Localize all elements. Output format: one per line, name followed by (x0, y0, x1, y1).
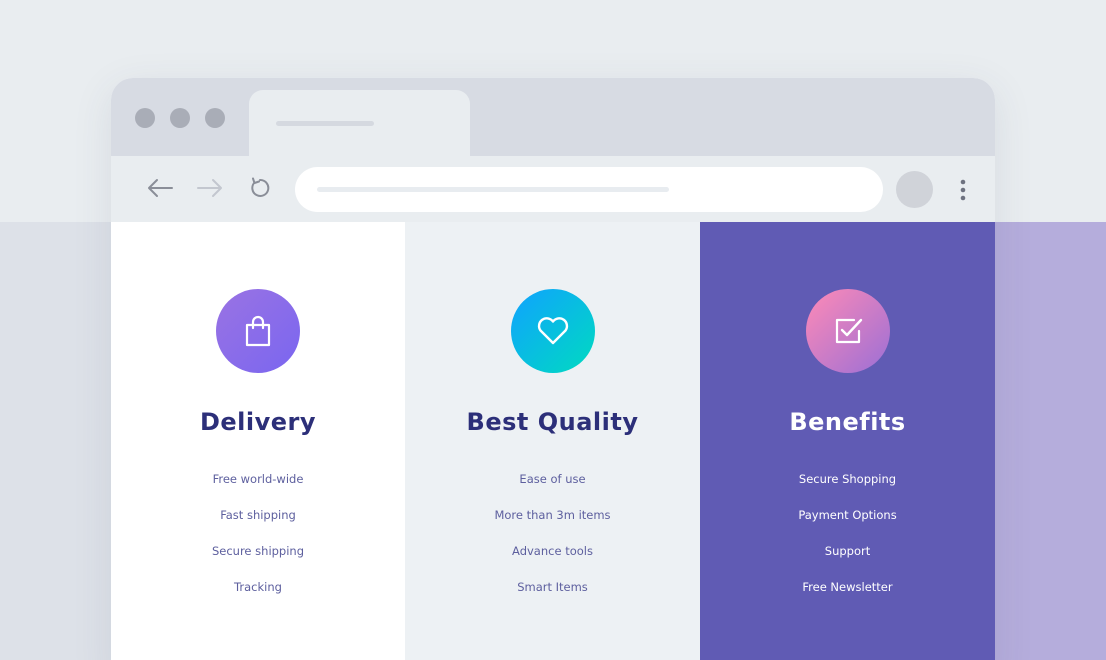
feature-card-delivery: Delivery Free world-wide Fast shipping S… (111, 222, 405, 660)
url-placeholder (317, 187, 669, 192)
feature-list-item: Ease of use (519, 472, 586, 486)
reload-button[interactable] (245, 174, 275, 202)
right-accent-panel (995, 222, 1106, 660)
feature-title: Delivery (199, 408, 317, 436)
more-vertical-icon (960, 179, 966, 201)
feature-list-item: Fast shipping (220, 508, 296, 522)
reload-icon (251, 177, 270, 197)
feature-card-benefits: Benefits Secure Shopping Payment Options… (700, 222, 995, 660)
feature-list-item: More than 3m items (494, 508, 611, 522)
feature-list-item: Payment Options (798, 508, 897, 522)
back-button[interactable] (145, 174, 175, 202)
feature-list-item: Secure Shopping (798, 472, 897, 486)
feature-list: Free world-wide Fast shipping Secure shi… (111, 472, 405, 616)
browser-window: Delivery Free world-wide Fast shipping S… (111, 78, 995, 660)
page-background: Delivery Free world-wide Fast shipping S… (0, 0, 1106, 660)
features-section: Delivery Free world-wide Fast shipping S… (111, 222, 995, 660)
tab-title-placeholder (276, 121, 374, 126)
feature-list-item: Smart Items (517, 580, 588, 594)
arrow-left-icon (148, 179, 173, 197)
window-maximize-dot[interactable] (205, 108, 225, 128)
forward-button[interactable] (195, 174, 225, 202)
feature-icon-badge (510, 289, 595, 373)
feature-list-item: Free world-wide (212, 472, 304, 486)
window-minimize-dot[interactable] (170, 108, 190, 128)
feature-title: Benefits (789, 408, 906, 436)
active-tab[interactable] (249, 90, 470, 158)
feature-list: Secure Shopping Payment Options Support … (700, 472, 995, 616)
window-close-dot[interactable] (135, 108, 155, 128)
feature-list-item: Advance tools (512, 544, 593, 558)
feature-title: Best Quality (466, 408, 639, 436)
profile-avatar[interactable] (896, 171, 933, 208)
feature-list-item: Support (824, 544, 871, 558)
arrow-right-icon (197, 179, 222, 197)
feature-list-item: Free Newsletter (802, 580, 893, 594)
check-square-icon (835, 318, 862, 344)
heart-icon (537, 317, 568, 345)
feature-icon-badge (805, 289, 890, 373)
feature-list-item: Tracking (234, 580, 282, 594)
tab-bar (111, 78, 995, 158)
address-bar[interactable] (295, 167, 883, 212)
browser-menu-button[interactable] (951, 176, 975, 204)
feature-list-item: Secure shipping (211, 544, 305, 558)
feature-list: Ease of use More than 3m items Advance t… (405, 472, 700, 616)
browser-toolbar (111, 156, 995, 222)
feature-icon-badge (216, 289, 300, 373)
shopping-bag-icon (245, 315, 271, 347)
feature-card-best-quality: Best Quality Ease of use More than 3m it… (405, 222, 700, 660)
